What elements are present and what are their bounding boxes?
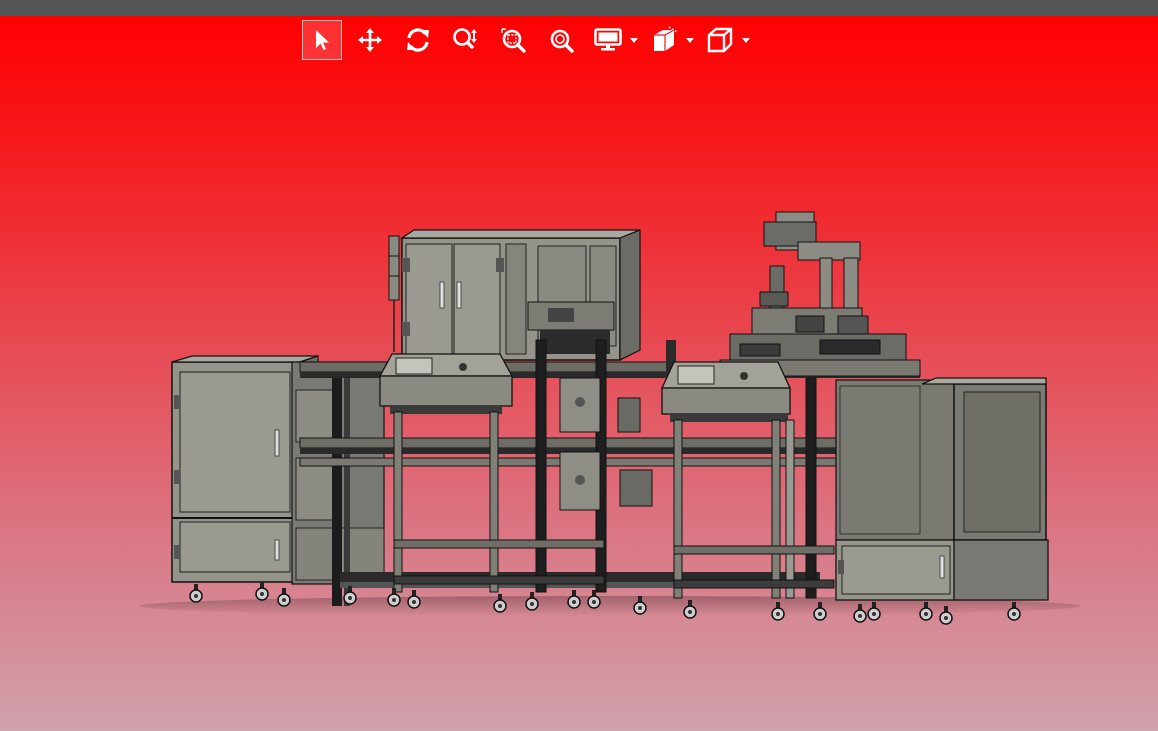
select-arrow-icon (316, 30, 329, 50)
cad-viewer (0, 0, 1158, 731)
rotate-tool-button[interactable] (398, 20, 438, 60)
zoom-icon (453, 28, 477, 49)
title-bar (0, 0, 1158, 16)
view-orientation-dropdown[interactable] (740, 20, 752, 60)
3d-viewport[interactable] (0, 16, 1158, 731)
display-mode-dropdown[interactable] (628, 20, 640, 60)
zoom-fit-button[interactable] (542, 20, 582, 60)
view-cube-icon (707, 27, 733, 53)
section-view-group (646, 20, 696, 60)
control-console-left (378, 353, 514, 414)
zoom-fit-icon (550, 29, 574, 53)
view-toolbar (302, 20, 758, 60)
section-view-dropdown[interactable] (684, 20, 696, 60)
chevron-down-icon (686, 37, 694, 43)
pan-tool-button[interactable] (350, 20, 390, 60)
pan-move-icon (358, 28, 382, 52)
section-view-icon (654, 26, 678, 51)
display-mode-group (590, 20, 640, 60)
machine-model[interactable] (0, 16, 1158, 731)
control-console-right (660, 361, 792, 422)
display-mode-icon (594, 28, 622, 51)
view-orientation-group (702, 20, 752, 60)
display-mode-button[interactable] (590, 20, 626, 60)
chevron-down-icon (742, 37, 750, 43)
right-cabinet (835, 377, 1049, 601)
zoom-tool-button[interactable] (446, 20, 486, 60)
left-conveyor-module (291, 361, 385, 606)
rotate-icon (407, 28, 429, 52)
view-orientation-button[interactable] (702, 20, 738, 60)
zoom-window-button[interactable] (494, 20, 534, 60)
select-tool-button[interactable] (302, 20, 342, 60)
chevron-down-icon (630, 37, 638, 43)
zoom-window-icon (501, 28, 526, 53)
gantry-robot (719, 211, 921, 377)
section-view-button[interactable] (646, 20, 682, 60)
